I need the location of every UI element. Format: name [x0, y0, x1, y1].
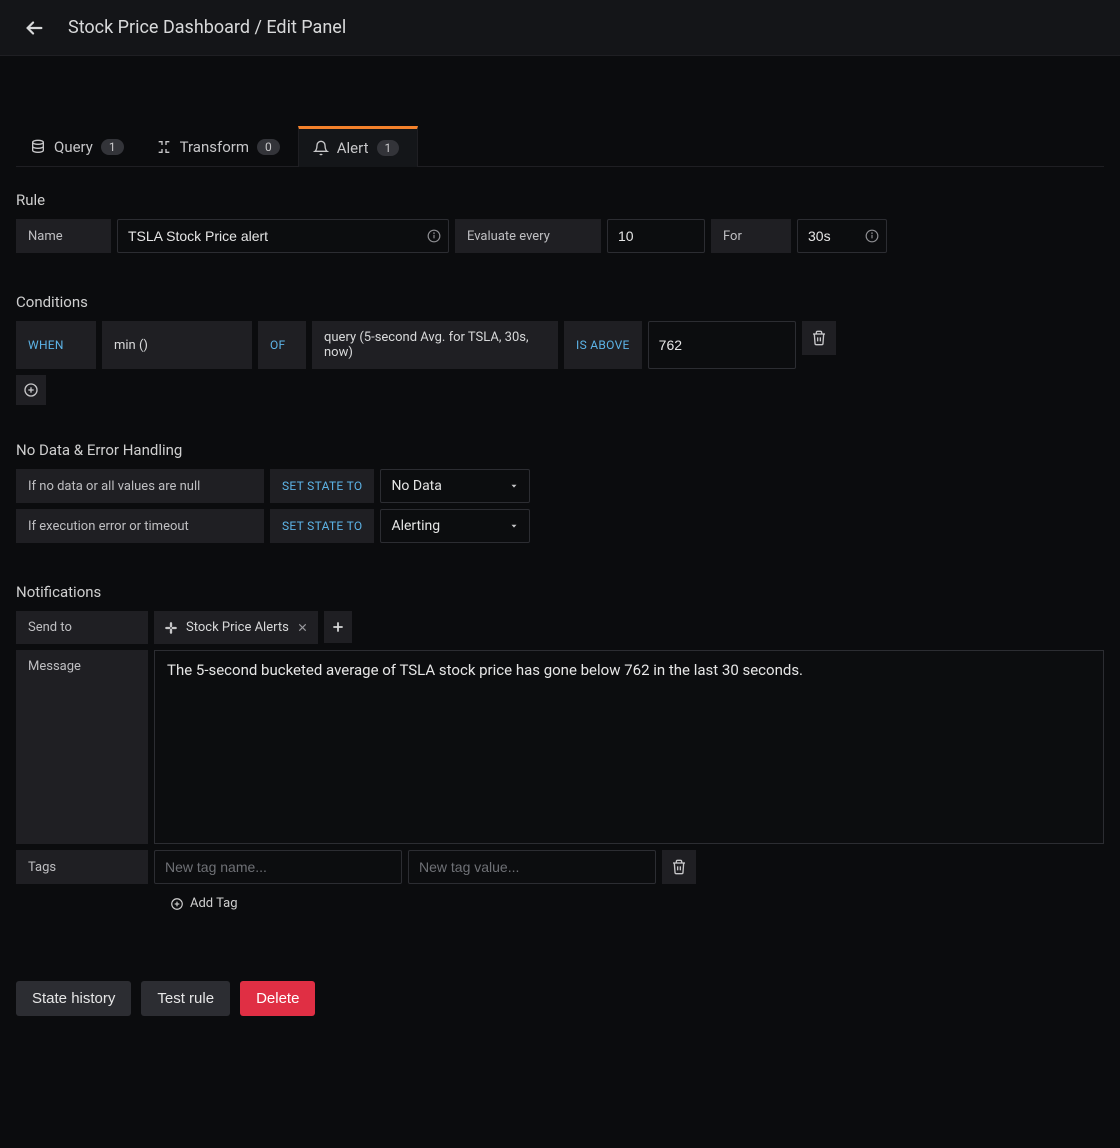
info-icon[interactable] — [427, 229, 441, 243]
tag-value-input[interactable] — [408, 850, 656, 884]
evaluator-keyword[interactable]: IS ABOVE — [576, 338, 630, 352]
tab-badge: 1 — [101, 139, 124, 155]
nodata-row-2: If execution error or timeout SET STATE … — [16, 509, 1104, 543]
plus-icon — [331, 620, 345, 634]
set-state-to-keyword: SET STATE TO — [282, 519, 362, 533]
section-title-rule: Rule — [16, 191, 1104, 209]
add-channel-button[interactable] — [324, 611, 352, 643]
breadcrumb: Stock Price Dashboard / Edit Panel — [68, 17, 346, 38]
tags-row: Tags — [16, 850, 1104, 884]
channel-name: Stock Price Alerts — [186, 620, 289, 635]
set-state-to-keyword: SET STATE TO — [282, 479, 362, 493]
query-expression-selector[interactable]: query (5-second Avg. for TSLA, 30s, now) — [312, 321, 558, 369]
exec-error-label: If execution error or timeout — [16, 509, 264, 543]
send-to-row: Send to Stock Price Alerts — [16, 611, 1104, 644]
evaluate-every-input[interactable] — [607, 219, 705, 253]
alert-name-input[interactable] — [117, 219, 449, 253]
name-label: Name — [16, 219, 111, 253]
error-state-select[interactable]: Alerting — [380, 509, 530, 543]
nodata-row-1: If no data or all values are null SET ST… — [16, 469, 1104, 503]
send-to-label: Send to — [16, 611, 148, 644]
tab-alert[interactable]: Alert 1 — [298, 126, 419, 167]
bell-icon — [313, 140, 329, 156]
message-label: Message — [16, 650, 148, 844]
trash-icon — [671, 859, 687, 875]
add-tag-button[interactable]: Add Tag — [160, 890, 238, 911]
transform-icon — [156, 139, 172, 155]
threshold-input[interactable] — [648, 321, 796, 369]
remove-channel-button[interactable] — [297, 622, 308, 633]
plus-circle-icon — [170, 897, 184, 911]
nodata-null-label: If no data or all values are null — [16, 469, 264, 503]
message-row: Message — [16, 650, 1104, 844]
test-rule-button[interactable]: Test rule — [141, 981, 230, 1016]
section-title-conditions: Conditions — [16, 293, 1104, 311]
trash-icon — [811, 330, 827, 346]
rule-row: Name Evaluate every For — [16, 219, 1104, 253]
delete-tag-button[interactable] — [662, 850, 696, 884]
add-tag-label: Add Tag — [190, 896, 238, 911]
arrow-left-icon — [23, 17, 45, 39]
select-value: Alerting — [391, 518, 440, 534]
section-title-nodata: No Data & Error Handling — [16, 441, 1104, 459]
chevron-down-icon — [509, 521, 519, 531]
for-label: For — [711, 219, 791, 253]
message-textarea[interactable] — [154, 650, 1104, 844]
reducer-selector[interactable]: min () — [102, 321, 252, 369]
tab-transform[interactable]: Transform 0 — [142, 128, 298, 166]
topbar: Stock Price Dashboard / Edit Panel — [0, 0, 1120, 56]
of-keyword: OF — [270, 338, 286, 352]
tag-name-input[interactable] — [154, 850, 402, 884]
section-title-notifications: Notifications — [16, 583, 1104, 601]
tab-query[interactable]: Query 1 — [16, 128, 142, 166]
delete-condition-button[interactable] — [802, 321, 836, 355]
delete-button[interactable]: Delete — [240, 981, 315, 1016]
chevron-down-icon — [509, 481, 519, 491]
evaluate-every-label: Evaluate every — [455, 219, 601, 253]
plus-circle-icon — [23, 382, 39, 398]
notification-channel-chip[interactable]: Stock Price Alerts — [154, 611, 318, 644]
tab-badge: 0 — [257, 139, 280, 155]
select-value: No Data — [391, 478, 441, 494]
tab-bar: Query 1 Transform 0 Alert 1 — [16, 126, 1104, 167]
tab-badge: 1 — [377, 140, 400, 156]
info-icon[interactable] — [865, 229, 879, 243]
slack-icon — [164, 621, 178, 635]
database-icon — [30, 139, 46, 155]
tab-label: Alert — [337, 139, 369, 157]
nodata-state-select[interactable]: No Data — [380, 469, 530, 503]
tab-label: Query — [54, 138, 93, 156]
add-condition-button[interactable] — [16, 375, 46, 405]
tab-label: Transform — [180, 138, 249, 156]
close-icon — [297, 622, 308, 633]
tags-label: Tags — [16, 850, 148, 884]
state-history-button[interactable]: State history — [16, 981, 131, 1016]
back-button[interactable] — [16, 10, 52, 46]
conditions-row: WHEN min () OF query (5-second Avg. for … — [16, 321, 1104, 369]
when-keyword: WHEN — [28, 338, 64, 352]
button-row: State history Test rule Delete — [16, 981, 1104, 1016]
